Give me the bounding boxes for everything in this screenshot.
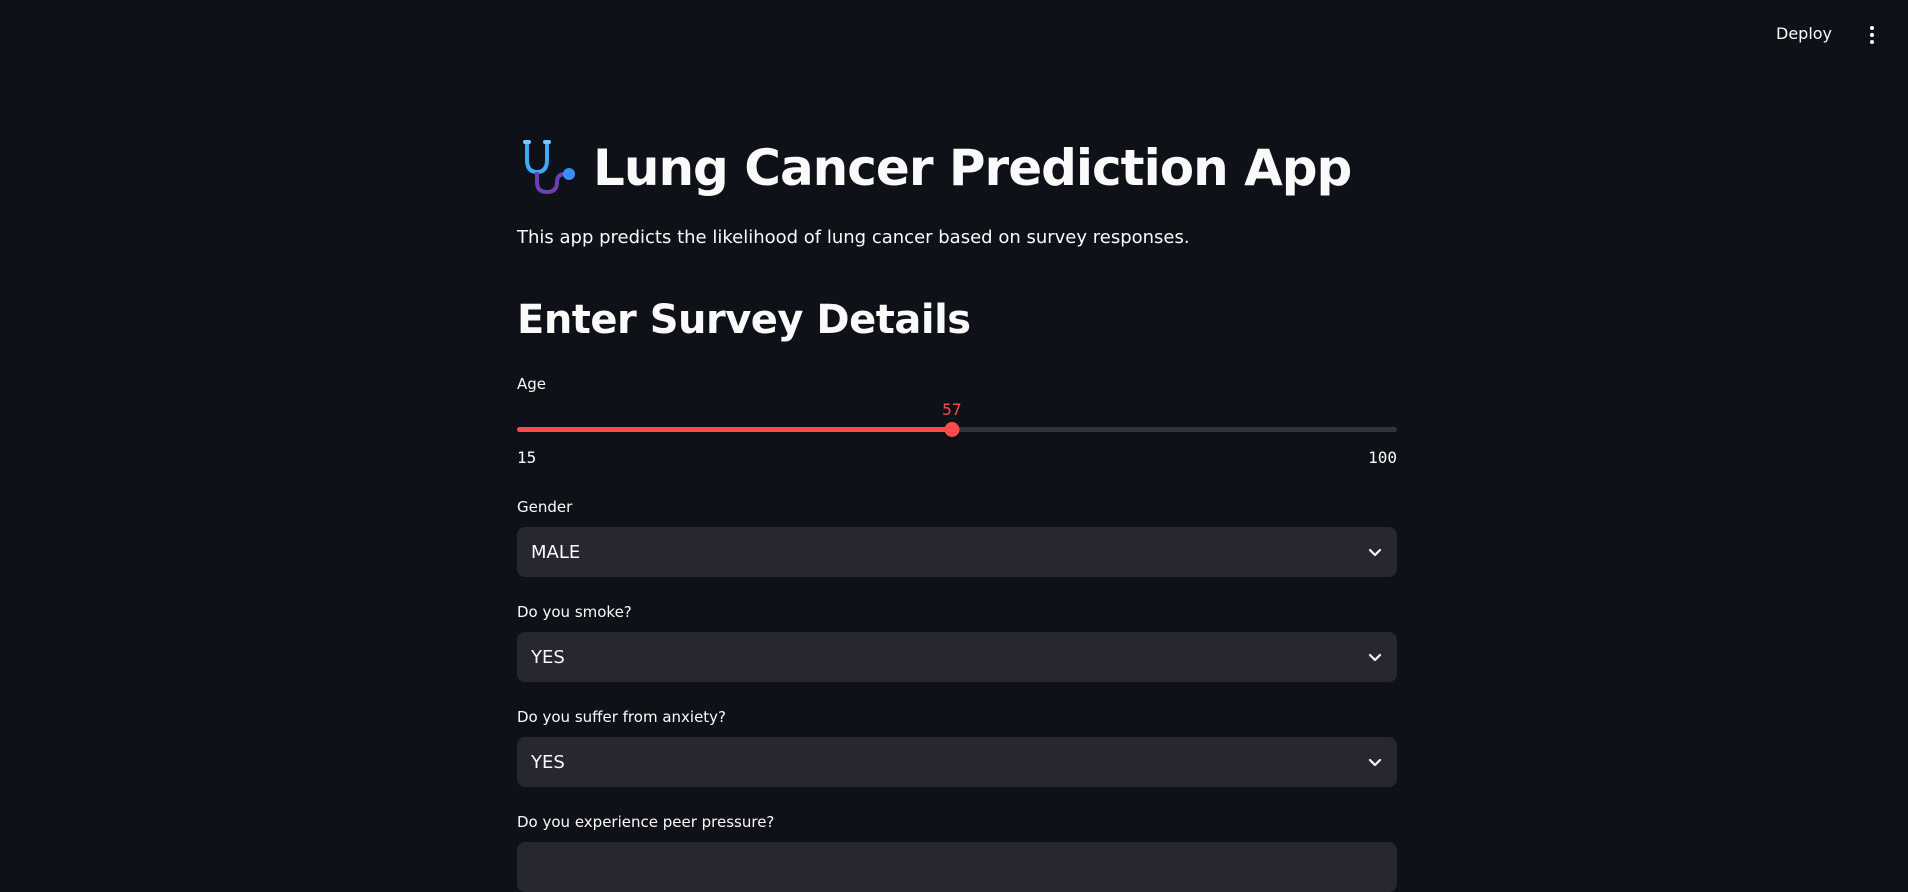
peer-pressure-label: Do you experience peer pressure? [517, 813, 775, 831]
age-slider[interactable]: 57 15 100 [517, 400, 1397, 470]
anxiety-select-value: YES [531, 751, 565, 773]
stethoscope-icon [523, 140, 575, 195]
slider-fill [517, 427, 952, 432]
gender-select-value: MALE [531, 541, 581, 563]
smoking-select[interactable]: YES [517, 632, 1397, 682]
age-label: Age [517, 375, 547, 393]
top-toolbar: Deploy [0, 0, 1908, 74]
slider-thumb[interactable] [944, 422, 960, 437]
slider-current-value: 57 [942, 400, 962, 419]
page-title: Lung Cancer Prediction App [593, 139, 1352, 197]
gender-select[interactable]: MALE [517, 527, 1397, 577]
app-description: This app predicts the likelihood of lung… [517, 227, 1190, 248]
more-options-icon[interactable] [1866, 26, 1878, 48]
anxiety-select[interactable]: YES [517, 737, 1397, 787]
smoking-label: Do you smoke? [517, 603, 632, 621]
chevron-down-icon [1368, 758, 1382, 767]
smoking-select-value: YES [531, 646, 565, 668]
title-row: Lung Cancer Prediction App [517, 136, 1352, 200]
section-heading: Enter Survey Details [517, 297, 971, 343]
peer-pressure-select[interactable] [517, 842, 1397, 892]
slider-max-label: 100 [1368, 448, 1397, 467]
slider-min-label: 15 [517, 448, 537, 467]
deploy-button[interactable]: Deploy [1776, 24, 1832, 43]
anxiety-label: Do you suffer from anxiety? [517, 708, 727, 726]
chevron-down-icon [1368, 653, 1382, 662]
gender-label: Gender [517, 498, 573, 516]
chevron-down-icon [1368, 548, 1382, 557]
